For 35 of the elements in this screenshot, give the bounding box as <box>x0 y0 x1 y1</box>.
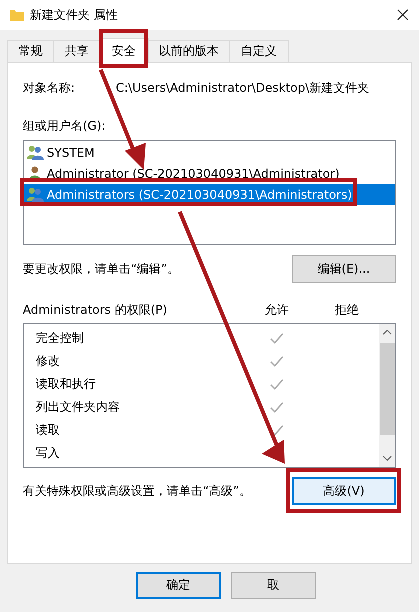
dialog-button[interactable]: 确定 <box>136 572 221 599</box>
user-list-item[interactable]: SYSTEM <box>24 142 395 163</box>
edit-button[interactable]: 编辑(E)... <box>292 255 396 283</box>
scroll-thumb[interactable] <box>380 343 394 435</box>
permission-name: 列出文件夹内容 <box>36 399 121 416</box>
tab[interactable]: 常规 <box>7 40 55 62</box>
dialog-button[interactable]: 取 <box>231 572 316 599</box>
advanced-button[interactable]: 高级(V) <box>292 477 396 505</box>
permissions-label: Administrators 的权限(P) <box>23 302 168 319</box>
permission-name: 读取和执行 <box>36 376 97 393</box>
close-icon[interactable] <box>397 9 409 21</box>
tab[interactable]: 自定义 <box>229 40 289 62</box>
user-name: Administrator (SC-202103040931\Administrator) <box>47 166 340 180</box>
object-name-label: 对象名称: <box>23 80 76 97</box>
tab[interactable]: 共享 <box>53 40 101 62</box>
user-name: SYSTEM <box>47 146 95 160</box>
permission-name: 读取 <box>36 422 61 439</box>
window-title: 新建文件夹 属性 <box>30 6 119 24</box>
user-list-item[interactable]: Administrator (SC-202103040931\Administrator) <box>24 163 395 184</box>
permission-name: 完全控制 <box>36 330 85 347</box>
user-group-icon <box>27 187 44 202</box>
advanced-hint: 有关特殊权限或高级设置，请单击“高级”。 <box>23 482 252 500</box>
folder-icon <box>10 9 24 21</box>
permission-name: 修改 <box>36 353 61 370</box>
column-header: 拒绝 <box>334 302 360 319</box>
edit-hint: 要更改权限，请单击“编辑”。 <box>23 260 180 278</box>
scrollbar[interactable] <box>379 324 395 467</box>
column-header: 允许 <box>264 302 290 319</box>
scroll-up-icon[interactable] <box>382 330 392 335</box>
scroll-down-icon[interactable] <box>382 456 392 461</box>
object-path: C:\Users\Administrator\Desktop\新建文件夹 <box>116 80 370 97</box>
permission-name: 写入 <box>36 445 61 462</box>
user-group-icon <box>27 145 44 160</box>
groups-label: 组或用户名(G): <box>23 118 107 135</box>
user-name: Administrators (SC-202103040931\Administrators) <box>47 188 352 202</box>
